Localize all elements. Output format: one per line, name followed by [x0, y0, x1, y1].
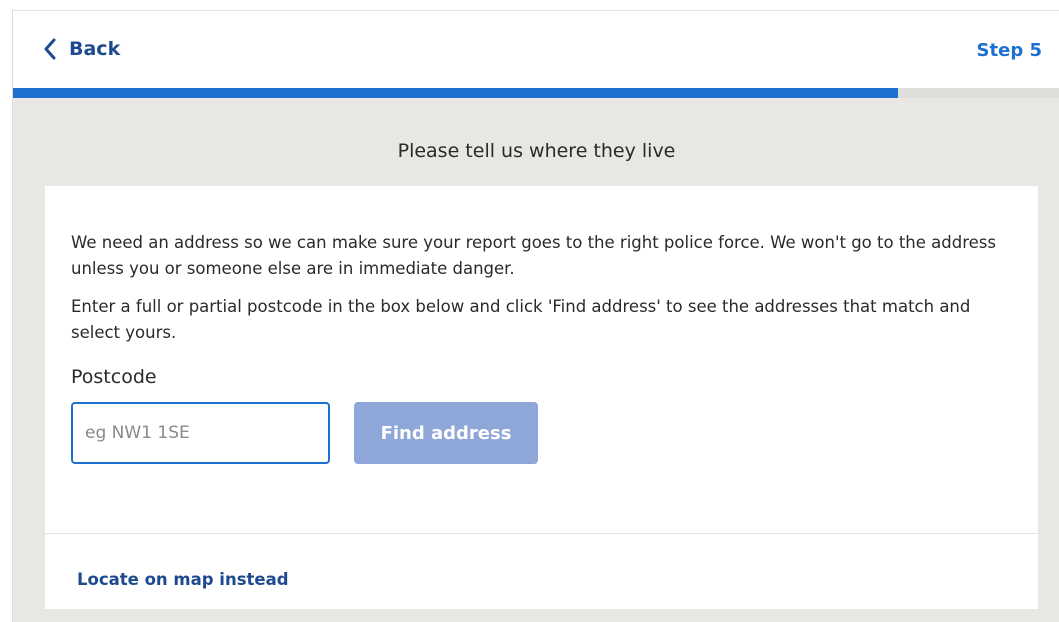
back-button[interactable]: Back: [43, 38, 120, 60]
find-address-button[interactable]: Find address: [354, 402, 538, 464]
card-divider: [45, 533, 1038, 534]
back-label: Back: [69, 38, 121, 60]
chevron-left-icon: [43, 38, 57, 60]
address-card: We need an address so we can make sure y…: [45, 186, 1038, 609]
intro-paragraph: We need an address so we can make sure y…: [71, 233, 996, 278]
instruction-paragraph: Enter a full or partial postcode in the …: [71, 297, 971, 342]
postcode-input[interactable]: [71, 402, 330, 464]
postcode-label: Postcode: [71, 366, 157, 388]
progress-bar-fill: [13, 88, 898, 98]
locate-on-map-link[interactable]: Locate on map instead: [77, 570, 289, 589]
header-bar: Back Step 5: [13, 10, 1059, 88]
address-form-section: We need an address so we can make sure y…: [45, 186, 1038, 533]
page-frame: Back Step 5 Please tell us where they li…: [12, 10, 1059, 622]
postcode-form-row: Find address: [71, 402, 1012, 464]
page-title: Please tell us where they live: [397, 140, 676, 162]
step-indicator: Step 5: [976, 40, 1042, 61]
progress-bar: [13, 88, 1059, 98]
